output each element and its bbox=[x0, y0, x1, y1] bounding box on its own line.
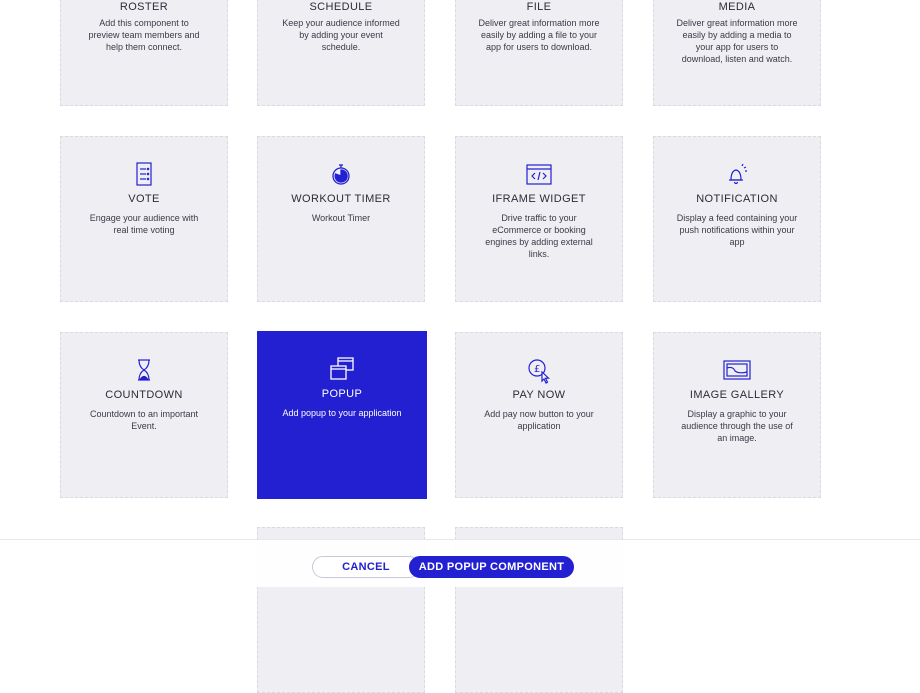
pay-icon: £ bbox=[456, 355, 622, 385]
vote-icon bbox=[61, 159, 227, 189]
card-countdown[interactable]: COUNTDOWN Countdown to an important Even… bbox=[60, 332, 228, 498]
card-description: Add pay now button to your application bbox=[484, 409, 594, 431]
card-description: Add popup to your application bbox=[282, 408, 402, 418]
card-title: IMAGE GALLERY bbox=[689, 389, 785, 401]
svg-text:£: £ bbox=[534, 364, 540, 375]
card-description: Keep your audience informed by adding yo… bbox=[282, 18, 400, 52]
card-title: MEDIA bbox=[718, 1, 756, 13]
bell-icon bbox=[654, 159, 820, 189]
card-file[interactable]: FILE Deliver great information more easi… bbox=[455, 0, 623, 106]
card-image-gallery[interactable]: IMAGE GALLERY Display a graphic to your … bbox=[653, 332, 821, 498]
card-description: Deliver great information more easily by… bbox=[676, 18, 798, 64]
card-title: SCHEDULE bbox=[309, 1, 373, 13]
code-window-icon bbox=[456, 159, 622, 189]
stopwatch-icon bbox=[258, 159, 424, 189]
card-workout-timer[interactable]: WORKOUT TIMER Workout Timer bbox=[257, 136, 425, 302]
popup-icon bbox=[258, 354, 426, 384]
card-title: FILE bbox=[526, 1, 552, 13]
card-title: ROSTER bbox=[119, 1, 169, 13]
card-schedule[interactable]: SCHEDULE Keep your audience informed by … bbox=[257, 0, 425, 106]
card-roster[interactable]: ROSTER Add this component to preview tea… bbox=[60, 0, 228, 106]
card-popup[interactable]: POPUP Add popup to your application bbox=[257, 331, 427, 499]
card-title: NOTIFICATION bbox=[696, 193, 778, 205]
card-description: Engage your audience with real time voti… bbox=[89, 213, 199, 235]
card-title: IFRAME WIDGET bbox=[492, 193, 586, 205]
card-description: Workout Timer bbox=[311, 213, 371, 223]
add-popup-component-button[interactable]: ADD POPUP COMPONENT bbox=[409, 556, 574, 578]
action-footer: CANCEL ADD POPUP COMPONENT bbox=[0, 539, 920, 587]
card-pay-now[interactable]: £ PAY NOW Add pay now button to your app… bbox=[455, 332, 623, 498]
component-grid: ROSTER Add this component to preview tea… bbox=[0, 0, 920, 693]
cancel-button[interactable]: CANCEL bbox=[312, 556, 420, 578]
card-title: COUNTDOWN bbox=[105, 389, 183, 401]
card-title: POPUP bbox=[321, 388, 363, 400]
card-description: Drive traffic to your eCommerce or booki… bbox=[485, 213, 593, 259]
card-title: WORKOUT TIMER bbox=[291, 193, 391, 205]
card-vote[interactable]: VOTE Engage your audience with real time… bbox=[60, 136, 228, 302]
card-description: Add this component to preview team membe… bbox=[88, 18, 200, 52]
image-icon bbox=[654, 355, 820, 385]
card-title: VOTE bbox=[128, 193, 160, 205]
card-iframe-widget[interactable]: IFRAME WIDGET Drive traffic to your eCom… bbox=[455, 136, 623, 302]
card-title: PAY NOW bbox=[512, 389, 566, 401]
card-description: Display a feed containing your push noti… bbox=[676, 213, 798, 247]
card-notification[interactable]: NOTIFICATION Display a feed containing y… bbox=[653, 136, 821, 302]
card-description: Countdown to an important Event. bbox=[89, 409, 199, 431]
card-description: Display a graphic to your audience throu… bbox=[681, 409, 793, 443]
card-media[interactable]: MEDIA Deliver great information more eas… bbox=[653, 0, 821, 106]
card-description: Deliver great information more easily by… bbox=[478, 18, 600, 52]
hourglass-icon bbox=[61, 355, 227, 385]
